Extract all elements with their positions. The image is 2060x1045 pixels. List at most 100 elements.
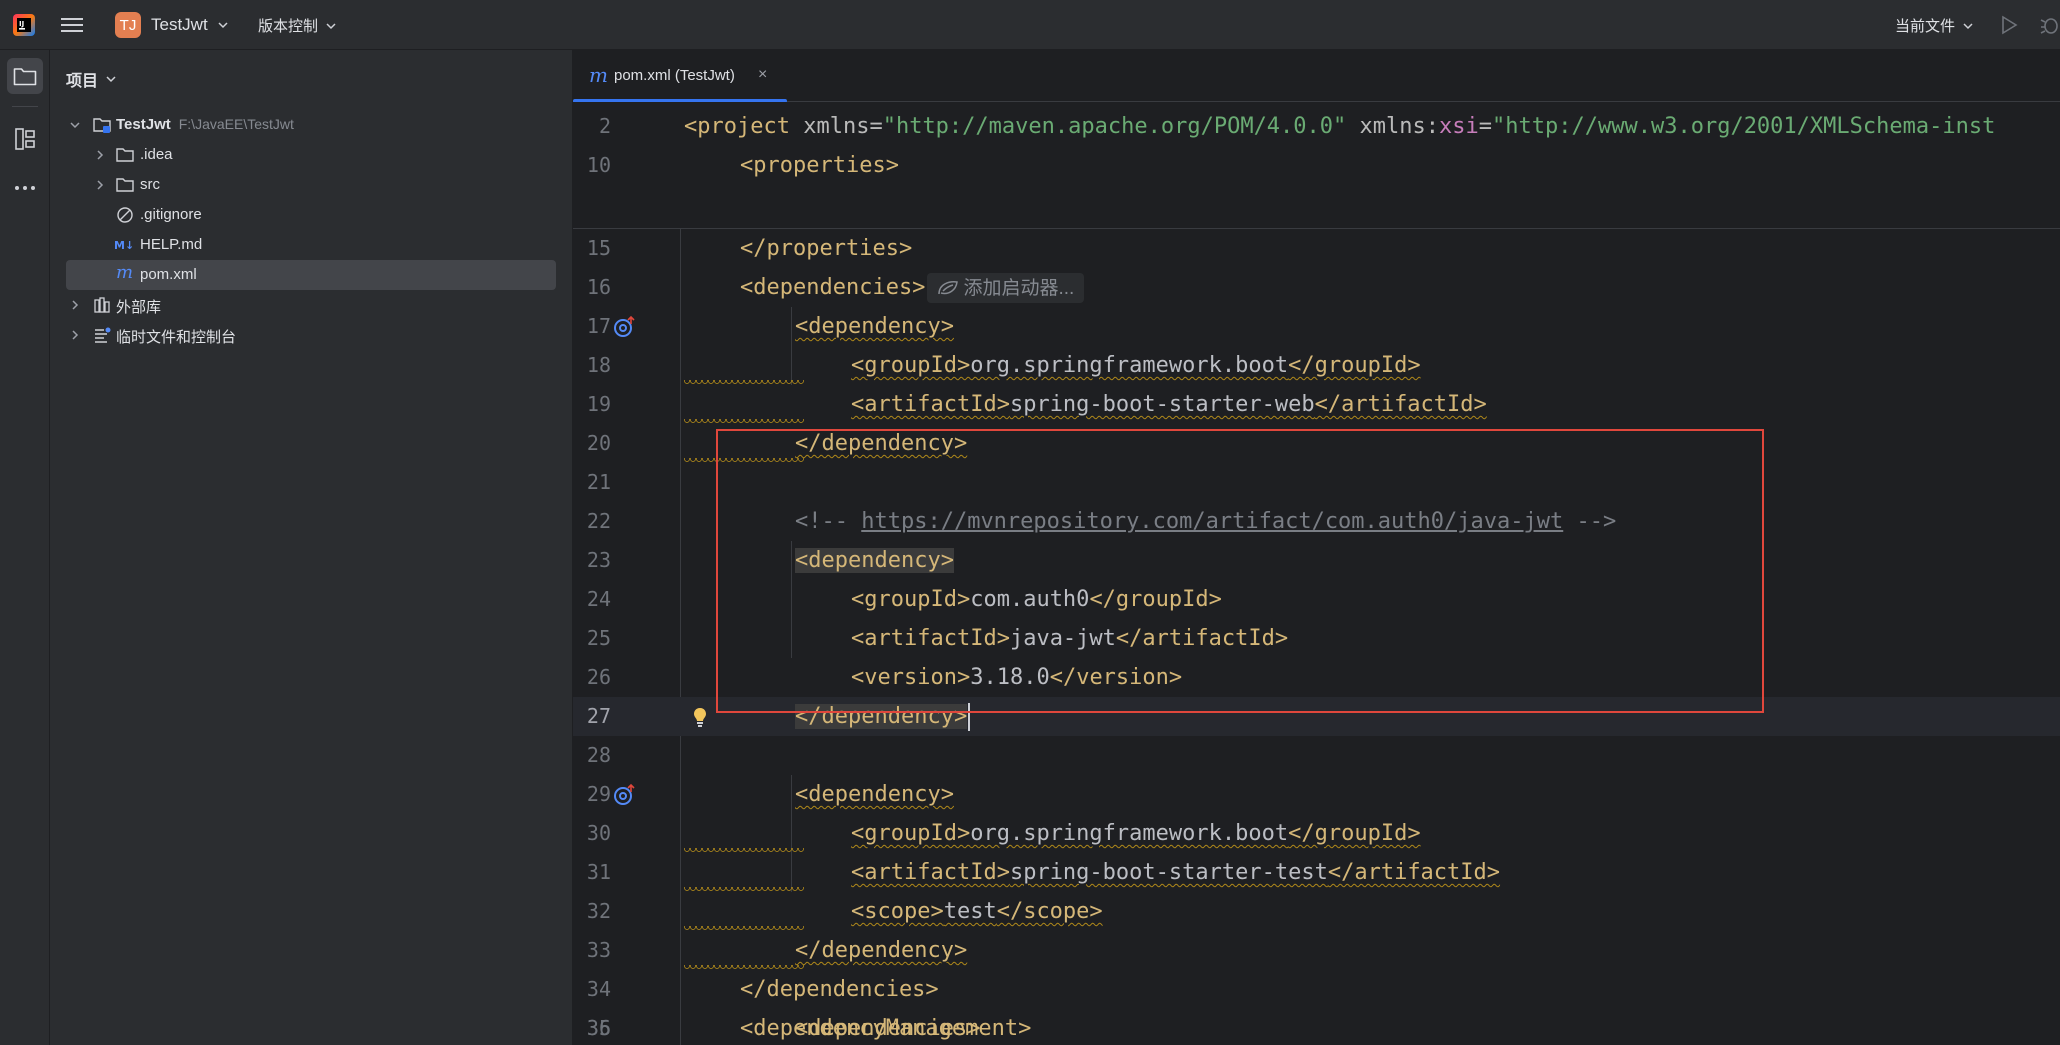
run-config-selector[interactable]: 当前文件 — [1895, 15, 1973, 36]
code-text: </dependency> — [795, 938, 968, 963]
code-text: <groupId>org.springframework.boot</group… — [851, 821, 1421, 846]
project-panel-title: 项目 — [66, 73, 99, 90]
scratches-icon — [95, 327, 111, 343]
code-line[interactable]: 17 <dependency> — [573, 307, 2060, 346]
code-line[interactable]: 19 <artifactId>spring-boot-starter-web</… — [573, 385, 2060, 424]
code-line[interactable]: 33 </dependency> — [573, 931, 2060, 970]
ignore-file-icon — [117, 207, 133, 223]
line-number: 30 — [586, 821, 611, 845]
folder-icon — [116, 178, 134, 192]
tree-item-label: 临时文件和控制台 — [116, 329, 237, 346]
chevron-right-icon[interactable] — [95, 180, 105, 190]
overrides-icon[interactable] — [613, 315, 637, 339]
code-text: <dependencies> 添加启动器... — [740, 268, 1085, 307]
code-line[interactable]: 18 <groupId>org.springframework.boot</gr… — [573, 346, 2060, 385]
chevron-down-icon — [326, 22, 336, 29]
indent-guide — [680, 1009, 681, 1045]
code-text: <dependencies> — [795, 1016, 981, 1041]
warning-underline — [684, 419, 804, 423]
warning-underline — [684, 848, 804, 852]
warning-underline — [684, 458, 804, 462]
intellij-logo-icon[interactable]: IJ — [13, 14, 35, 36]
project-tool-button[interactable] — [7, 58, 43, 94]
code-text: <!-- https://mvnrepository.com/artifact/… — [795, 509, 1617, 534]
line-number: 16 — [586, 275, 611, 299]
editor-tab-bar: m pom.xml (TestJwt) × — [573, 50, 2060, 103]
tree-item-gitignore[interactable]: .gitignore — [50, 200, 573, 230]
line-number: 23 — [586, 548, 611, 572]
vcs-menu[interactable]: 版本控制 — [258, 15, 336, 36]
code-line[interactable]: 24 <groupId>com.auth0</groupId> — [573, 580, 2060, 619]
tree-item-pom-xml[interactable]: m pom.xml — [66, 260, 556, 290]
code-line[interactable]: 25 <artifactId>java-jwt</artifactId> — [573, 619, 2060, 658]
close-icon[interactable]: × — [758, 66, 767, 84]
code-line[interactable]: 30 <groupId>org.springframework.boot</gr… — [573, 814, 2060, 853]
code-line-partial[interactable]: 36 <dependencies> — [573, 1009, 2060, 1045]
line-number: 28 — [586, 743, 611, 767]
code-text: <properties> — [740, 153, 899, 178]
tree-item-scratches[interactable]: 临时文件和控制台 — [50, 320, 573, 350]
code-line[interactable]: 10 <properties> — [573, 146, 2060, 185]
code-line[interactable]: 22 <!-- https://mvnrepository.com/artifa… — [573, 502, 2060, 541]
editor: m pom.xml (TestJwt) × 2 <project xmlns="… — [573, 50, 2060, 1045]
project-switcher[interactable]: TJ TestJwt — [115, 12, 228, 38]
chevron-down-icon — [218, 22, 228, 29]
lightbulb-icon[interactable] — [692, 705, 708, 729]
code-line[interactable]: 23 <dependency> — [573, 541, 2060, 580]
chevron-down-icon[interactable] — [70, 120, 80, 130]
code-line-current[interactable]: 27 </dependency> — [573, 697, 2060, 736]
chevron-right-icon[interactable] — [70, 330, 80, 340]
code-text: <artifactId>spring-boot-starter-web</art… — [851, 392, 1487, 417]
structure-icon — [15, 128, 35, 150]
add-starter-inlay[interactable]: 添加启动器... — [927, 273, 1085, 303]
line-number: 20 — [586, 431, 611, 455]
more-tools-button[interactable] — [7, 170, 43, 206]
tab-pom-xml[interactable]: m pom.xml (TestJwt) × — [573, 50, 787, 103]
code-text: <artifactId>java-jwt</artifactId> — [851, 626, 1289, 651]
comment-link[interactable]: https://mvnrepository.com/artifact/com.a… — [861, 509, 1563, 534]
line-number: 29 — [586, 782, 611, 806]
line-number: 10 — [586, 153, 611, 177]
code-line[interactable]: 21 — [573, 463, 2060, 502]
tree-item-idea[interactable]: .idea — [50, 140, 573, 170]
tree-item-help-md[interactable]: M↓ HELP.md — [50, 230, 573, 260]
code-text: <dependency> — [795, 314, 954, 339]
tree-item-testjwt[interactable]: TestJwt F:\JavaEE\TestJwt — [50, 110, 573, 140]
run-config-label: 当前文件 — [1895, 18, 1956, 35]
code-line[interactable]: 32 <scope>test</scope> — [573, 892, 2060, 931]
code-line[interactable]: 34 </dependencies> — [573, 970, 2060, 1009]
structure-tool-button[interactable] — [7, 121, 43, 157]
project-path: F:\JavaEE\TestJwt — [178, 116, 294, 132]
code-line[interactable]: 15 </properties> — [573, 229, 2060, 268]
main-menu-icon[interactable] — [61, 15, 83, 35]
code-area[interactable]: 15 </properties> 16 <dependencies> 添加启动器.… — [573, 229, 2060, 1045]
code-line[interactable]: 2 <project xmlns="http://maven.apache.or… — [573, 107, 2060, 146]
line-number: 18 — [586, 353, 611, 377]
line-number: 15 — [586, 236, 611, 260]
project-view-selector[interactable]: 项目 — [66, 67, 116, 91]
project-panel: 项目 TestJwt F:\JavaEE\TestJwt .idea src .g… — [50, 50, 573, 1045]
sticky-lines-panel[interactable]: 2 <project xmlns="http://maven.apache.or… — [573, 102, 2060, 229]
code-line[interactable]: 28 — [573, 736, 2060, 775]
inlay-hint-label: 添加启动器... — [963, 277, 1075, 299]
chevron-right-icon[interactable] — [95, 150, 105, 160]
code-line[interactable]: 16 <dependencies> 添加启动器... — [573, 268, 2060, 307]
code-text: <version>3.18.0</version> — [851, 665, 1183, 690]
code-line[interactable]: 20 </dependency> — [573, 424, 2060, 463]
tree-item-label: pom.xml — [140, 266, 197, 283]
code-line[interactable]: 29 <dependency> — [573, 775, 2060, 814]
code-line[interactable]: 31 <artifactId>spring-boot-starter-test<… — [573, 853, 2060, 892]
more-icon — [15, 186, 35, 190]
spring-leaf-icon — [938, 281, 959, 295]
run-icon[interactable] — [1999, 14, 2019, 36]
debug-icon[interactable] — [2040, 13, 2060, 37]
chevron-down-icon — [1963, 22, 1973, 29]
chevron-right-icon[interactable] — [70, 300, 80, 310]
overrides-icon[interactable] — [613, 783, 637, 807]
vcs-label: 版本控制 — [258, 18, 319, 35]
code-line[interactable]: 26 <version>3.18.0</version> — [573, 658, 2060, 697]
tree-item-src[interactable]: src — [50, 170, 573, 200]
tree-item-external-libraries[interactable]: 外部库 — [50, 290, 573, 320]
tree-item-label: TestJwt F:\JavaEE\TestJwt — [116, 116, 294, 133]
tab-label: pom.xml (TestJwt) — [614, 67, 735, 84]
